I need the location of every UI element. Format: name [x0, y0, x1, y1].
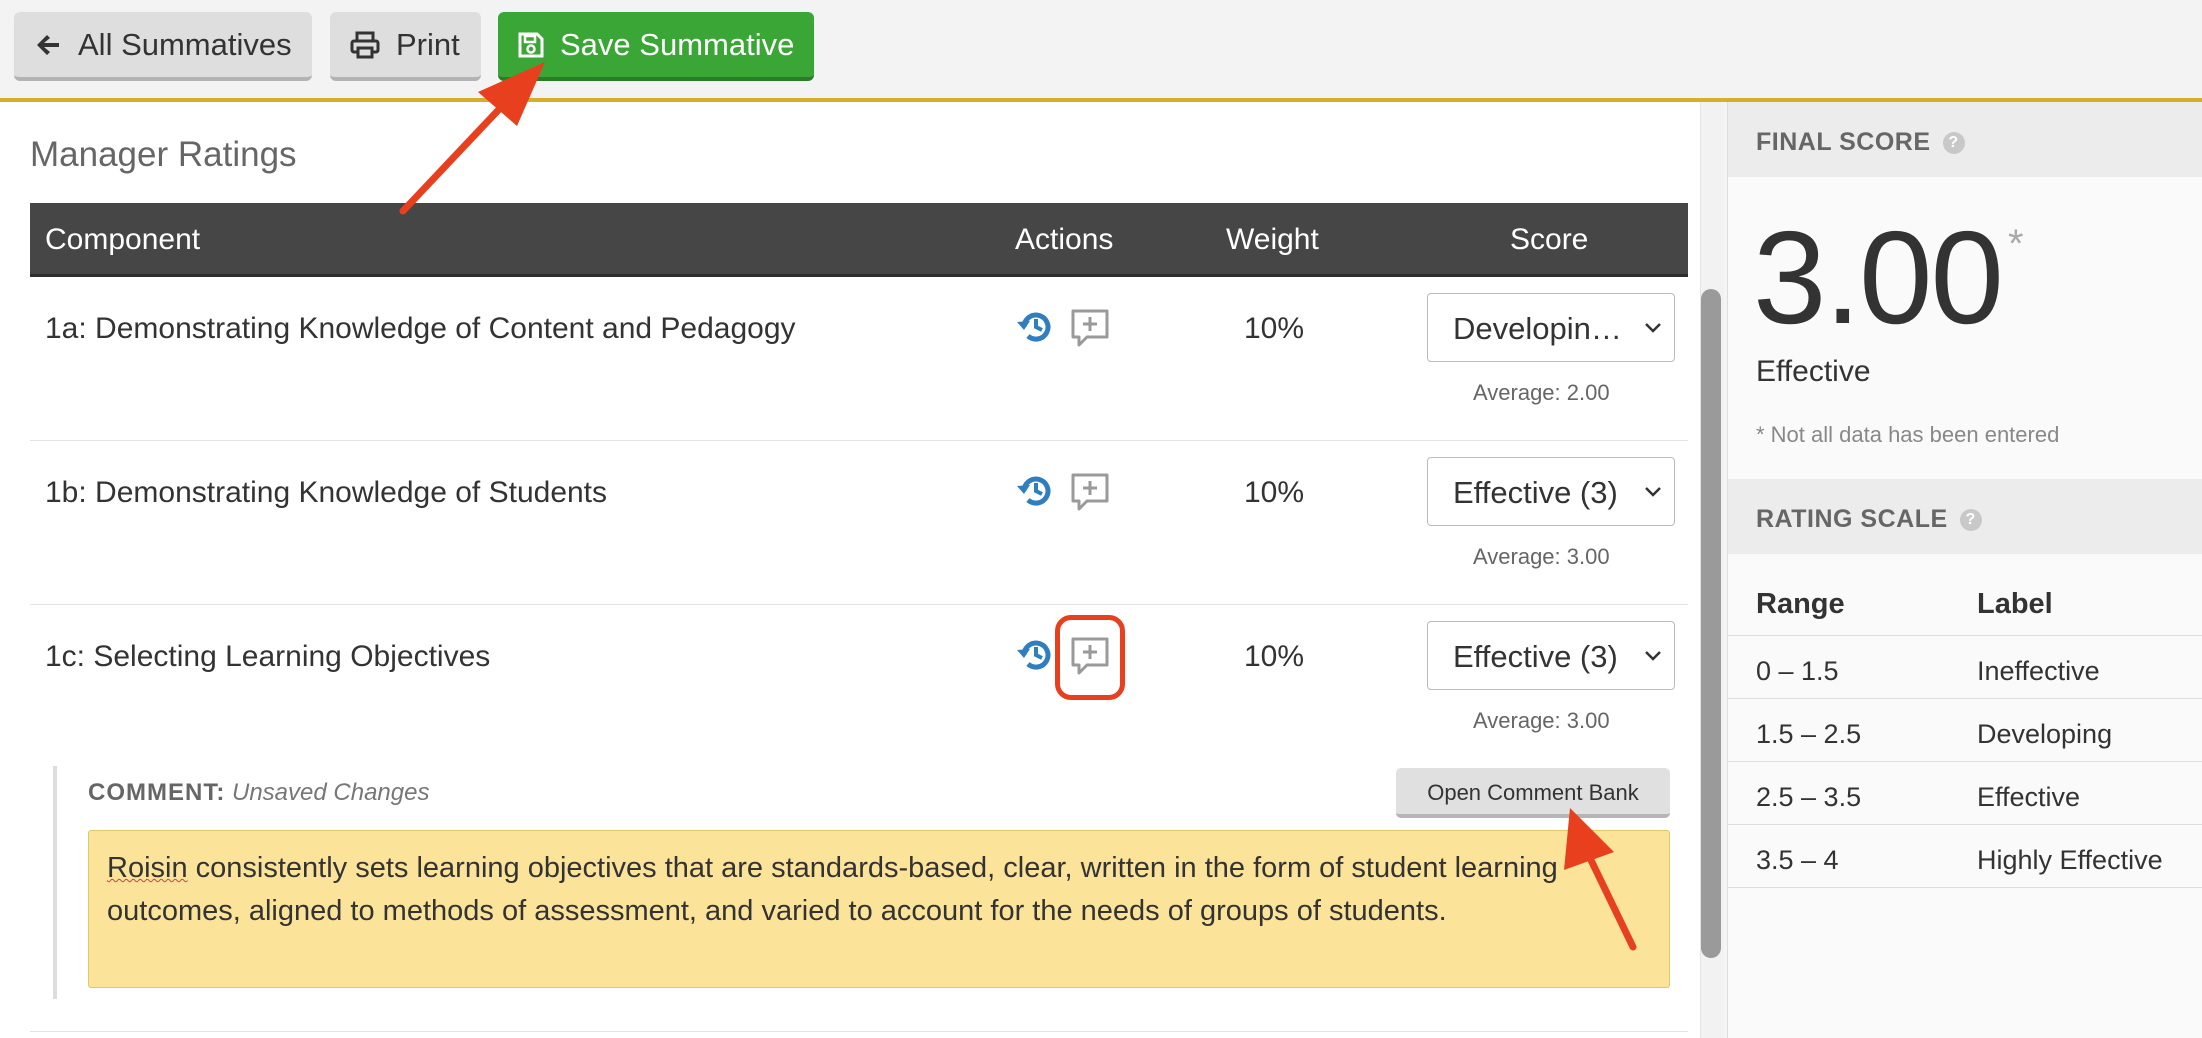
rating-scale-header-row: Range Label — [1728, 568, 2202, 636]
score-select-value: Effective (3) — [1453, 639, 1618, 674]
scale-range: 3.5 – 4 — [1756, 845, 1839, 875]
final-score-header: FINAL SCORE? — [1728, 102, 2202, 177]
add-comment-icon[interactable] — [1070, 472, 1110, 512]
history-icon[interactable] — [1015, 472, 1055, 510]
scale-label: Effective — [1977, 782, 2081, 812]
scale-range: 2.5 – 3.5 — [1756, 782, 1862, 812]
scale-label: Highly Effective — [1977, 845, 2163, 875]
incomplete-data-note: * Not all data has been entered — [1756, 422, 2060, 447]
comment-section: COMMENT: Unsaved Changes Open Comment Ba… — [53, 766, 1670, 999]
score-select[interactable]: Effective (3) — [1427, 457, 1675, 526]
range-column-header: Range — [1756, 588, 1845, 620]
history-icon[interactable] — [1015, 308, 1055, 346]
save-summative-button[interactable]: Save Summative — [498, 12, 814, 81]
print-button[interactable]: Print — [330, 12, 481, 81]
rating-scale-table: Range Label 0 – 1.5 Ineffective 1.5 – 2.… — [1728, 568, 2202, 888]
rating-scale-title: RATING SCALE — [1756, 505, 1948, 533]
open-comment-bank-button[interactable]: Open Comment Bank — [1396, 768, 1670, 818]
rating-scale-row: 1.5 – 2.5 Developing — [1728, 699, 2202, 762]
final-score-star: * — [2008, 222, 2024, 266]
score-select-value: Effective (3) — [1453, 475, 1618, 510]
score-sidebar: FINAL SCORE? 3.00 * Effective * Not all … — [1727, 102, 2202, 1038]
comment-status: Unsaved Changes — [232, 779, 430, 806]
table-row: 1a: Demonstrating Knowledge of Content a… — [30, 277, 1688, 441]
column-actions: Actions — [1015, 223, 1114, 256]
comment-label: COMMENT: — [88, 779, 226, 806]
component-weight: 10% — [1244, 312, 1305, 345]
ratings-table-header: Component Actions Weight Score — [30, 203, 1688, 277]
component-weight: 10% — [1244, 476, 1305, 509]
score-select[interactable]: Effective (3) — [1427, 621, 1675, 690]
print-label: Print — [396, 26, 460, 62]
final-score-label: Effective — [1756, 355, 1871, 388]
table-row: 1b: Demonstrating Knowledge of Students … — [30, 441, 1688, 605]
arrow-left-icon — [37, 34, 59, 55]
scale-range: 0 – 1.5 — [1756, 656, 1839, 686]
toolbar: All Summatives Print Save Summative — [0, 0, 2202, 102]
chevron-down-icon — [1645, 487, 1661, 497]
add-comment-icon[interactable] — [1070, 308, 1110, 348]
score-select[interactable]: Developin… — [1427, 293, 1675, 362]
score-average: Average: 3.00 — [1473, 544, 1610, 569]
component-weight: 10% — [1244, 640, 1305, 673]
chevron-down-icon — [1645, 651, 1661, 661]
comment-text: consistently sets learning objectives th… — [107, 852, 1558, 927]
component-name: 1a: Demonstrating Knowledge of Content a… — [45, 312, 796, 345]
column-score: Score — [1510, 223, 1589, 256]
component-name: 1c: Selecting Learning Objectives — [45, 640, 491, 673]
score-average: Average: 3.00 — [1473, 708, 1610, 733]
final-score-title: FINAL SCORE — [1756, 128, 1931, 156]
score-average: Average: 2.00 — [1473, 380, 1610, 405]
column-weight: Weight — [1226, 223, 1319, 256]
score-select-value: Developin… — [1453, 311, 1622, 346]
help-icon[interactable]: ? — [1959, 509, 1982, 531]
floppy-disk-icon — [518, 32, 544, 57]
save-summative-label: Save Summative — [560, 26, 795, 62]
comment-header: COMMENT: Unsaved Changes — [88, 779, 429, 807]
scale-label: Ineffective — [1977, 656, 2100, 686]
comment-text-first-word: Roisin — [107, 852, 188, 884]
all-summatives-label: All Summatives — [78, 26, 292, 62]
chevron-down-icon — [1645, 323, 1661, 333]
main-panel: Manager Ratings Component Actions Weight… — [0, 102, 1724, 1038]
component-name: 1b: Demonstrating Knowledge of Students — [45, 476, 608, 509]
history-icon[interactable] — [1015, 636, 1055, 674]
scrollbar-thumb[interactable] — [1701, 289, 1721, 958]
all-summatives-button[interactable]: All Summatives — [14, 12, 312, 81]
printer-icon — [350, 31, 380, 58]
rating-scale-row: 3.5 – 4 Highly Effective — [1728, 825, 2202, 888]
highlight-annotation — [1055, 615, 1125, 700]
rating-scale-row: 2.5 – 3.5 Effective — [1728, 762, 2202, 825]
scale-range: 1.5 – 2.5 — [1756, 719, 1862, 749]
help-icon[interactable]: ? — [1942, 132, 1965, 154]
final-score-value: 3.00 — [1753, 204, 2004, 351]
summative-page: All Summatives Print Save Summative Mana… — [0, 0, 2202, 1038]
label-column-header: Label — [1977, 588, 2053, 620]
rating-scale-header: RATING SCALE? — [1728, 479, 2202, 554]
comment-textarea[interactable]: Roisin consistently sets learning object… — [88, 830, 1670, 988]
scale-label: Developing — [1977, 719, 2113, 749]
section-title: Manager Ratings — [30, 135, 297, 174]
rating-scale-row: 0 – 1.5 Ineffective — [1728, 636, 2202, 699]
column-component: Component — [45, 223, 201, 256]
